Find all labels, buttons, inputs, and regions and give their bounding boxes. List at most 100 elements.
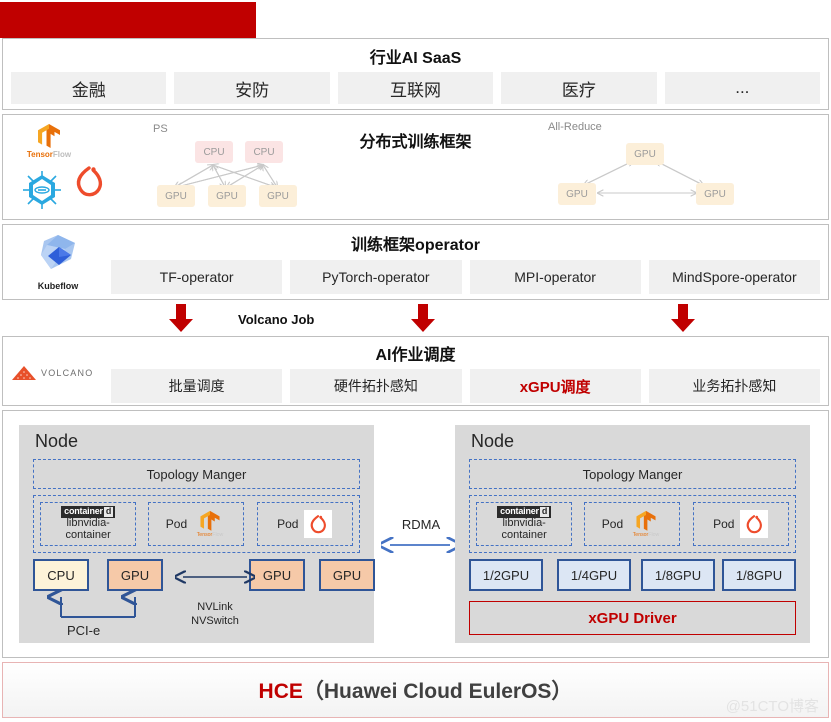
volcano-job-arrow-band: Volcano Job [0,300,831,336]
hce-title: HCE（Huawei Cloud EulerOS） [259,675,573,705]
kubeflow-logo: Kubeflow [17,233,99,291]
node-right-title: Node [471,431,515,451]
node-left-containerd-pod: container d libnvidia- container [40,502,137,546]
rdma-label: RDMA [401,517,441,532]
scheduling-tile-xgpu[interactable]: xGPU调度 [469,369,641,403]
hwbox-gpu-2: GPU [249,559,305,591]
pytorch-logo [71,161,107,201]
layer-scheduling-title: AI作业调度 [375,347,456,364]
xgpu-driver-bar: xGPU Driver [469,601,796,635]
allreduce-diagram-label: All-Reduce [548,121,602,133]
hwbox-quarter-gpu: 1/4GPU [557,559,631,591]
hwbox-half-gpu: 1/2GPU [469,559,543,591]
node-left-topology-manager: Topology Manger [33,459,360,489]
saas-tile-more[interactable]: ... [664,72,821,104]
allreduce-node-gpu-top: GPU [626,143,664,165]
kubeflow-wordmark: Kubeflow [37,281,79,291]
nvlink-arrow-icon [175,569,255,585]
tensorflow-logo: TensorFlow [193,510,227,539]
mindspore-logo [21,169,63,211]
ps-topology-diagram: PS CPU CPU GPU GPU GPU [153,123,353,215]
node-right-pods-container: container d libnvidia- container Pod Tens… [469,495,796,553]
volcano-mark [12,366,36,380]
ps-node-gpu-1: GPU [157,185,195,207]
node-right-topology-manager: Topology Manger [469,459,796,489]
node-left-pods-container: container d libnvidia- container Pod Tens… [33,495,360,553]
tensorflow-logo: TensorFlow [21,123,77,159]
node-right-pod-tensorflow: Pod TensorFlow [584,502,681,546]
saas-tile-row: 金融 安防 互联网 医疗 ... [3,72,828,104]
volcano-job-label: Volcano Job [238,312,315,327]
layer-hce: HCE（Huawei Cloud EulerOS） [2,662,829,718]
ps-node-cpu-1: CPU [195,141,233,163]
ps-node-gpu-3: GPU [259,185,297,207]
saas-tile-internet[interactable]: 互联网 [337,72,494,104]
saas-tile-finance[interactable]: 金融 [11,72,167,104]
tensorflow-logo: TensorFlow [629,510,663,539]
node-right-hardware-row: 1/2GPU 1/4GPU 1/8GPU 1/8GPU [469,559,796,593]
svg-text:TensorFlow: TensorFlow [197,532,224,536]
scheduling-tile-hw-topology[interactable]: 硬件拓扑感知 [290,369,462,403]
layer-operator-title: 训练框架operator [351,237,480,254]
pod-label: Pod [601,517,624,531]
svg-text:TensorFlow: TensorFlow [633,532,660,536]
watermark: @51CTO博客 [725,698,819,715]
libnvidia-line2: container [501,528,547,541]
down-arrow-icon-1 [168,304,194,332]
saas-tile-security[interactable]: 安防 [174,72,330,104]
operator-tile-pytorch[interactable]: PyTorch-operator [290,260,462,294]
hwbox-cpu: CPU [33,559,89,591]
layer-nodes: Node Topology Manger container d libnvidi… [2,410,829,658]
hwbox-gpu-1: GPU [107,559,163,591]
operator-tile-mpi[interactable]: MPI-operator [469,260,641,294]
nvlink-nvswitch-label: NVLink NVSwitch [175,601,255,629]
pod-label: Pod [165,517,188,531]
layer-ai-job-scheduling: AI作业调度 VOLCANO 批量调度 硬件拓扑感知 xGPU调度 业务拓扑感知 [2,336,829,406]
ps-node-gpu-2: GPU [208,185,246,207]
operator-tile-row: TF-operator PyTorch-operator MPI-operato… [103,260,828,294]
node-left: Node Topology Manger container d libnvidi… [19,425,375,643]
nvswitch-label: NVSwitch [191,614,239,627]
training-framework-logos: TensorFlow [9,121,114,215]
pod-label: Pod [277,517,299,531]
operator-tile-tf[interactable]: TF-operator [111,260,283,294]
scheduling-tile-row: 批量调度 硬件拓扑感知 xGPU调度 业务拓扑感知 [103,369,828,403]
down-arrow-icon-3 [670,304,696,332]
libnvidia-line2: container [65,528,111,541]
node-right: Node Topology Manger container d libnvidi… [455,425,810,643]
allreduce-topology-diagram: All-Reduce GPU GPU GPU [548,121,763,215]
pod-label: Pod [713,517,735,531]
layer-distributed-training: 分布式训练框架 TensorFlow PS CPU CPU GPU GPU GP… [2,114,829,220]
tensorflow-wordmark: TensorFlow [26,150,72,159]
node-right-pod-pytorch: Pod [692,502,789,546]
allreduce-node-gpu-right: GPU [696,183,734,205]
node-left-title: Node [35,431,79,451]
scheduling-tile-service-topology[interactable]: 业务拓扑感知 [648,369,820,403]
hce-abbr: HCE [258,680,303,703]
tensorflow-mark [36,123,62,149]
operator-tile-mindspore[interactable]: MindSpore-operator [648,260,820,294]
volcano-wordmark: VOLCANO [41,368,94,378]
ps-diagram-label: PS [153,123,168,135]
nvlink-label: NVLink [197,601,233,613]
hwbox-eighth-gpu-1: 1/8GPU [641,559,715,591]
page-title-banner [0,2,256,38]
node-right-containerd-pod: container d libnvidia- container [476,502,573,546]
allreduce-node-gpu-left: GPU [558,183,596,205]
layer-operator: 训练框架operator Kubeflow TF-operator PyTorc… [2,224,829,300]
node-left-pod-pytorch: Pod [256,502,353,546]
layer-saas: 行业AI SaaS 金融 安防 互联网 医疗 ... [2,38,829,110]
ps-node-cpu-2: CPU [245,141,283,163]
node-left-pod-tensorflow: Pod TensorFlow [148,502,245,546]
saas-tile-medical[interactable]: 医疗 [501,72,657,104]
scheduling-tile-batch[interactable]: 批量调度 [111,369,283,403]
hwbox-gpu-3: GPU [319,559,375,591]
pytorch-logo [740,510,769,538]
volcano-logo: VOLCANO [11,363,99,383]
pcie-label: PCI-e [67,623,101,638]
kubeflow-mark [41,235,75,269]
down-arrow-icon-2 [410,304,436,332]
hce-full: （Huawei Cloud EulerOS） [302,680,573,703]
rdma-arrow-icon [381,537,459,553]
hwbox-eighth-gpu-2: 1/8GPU [722,559,796,591]
